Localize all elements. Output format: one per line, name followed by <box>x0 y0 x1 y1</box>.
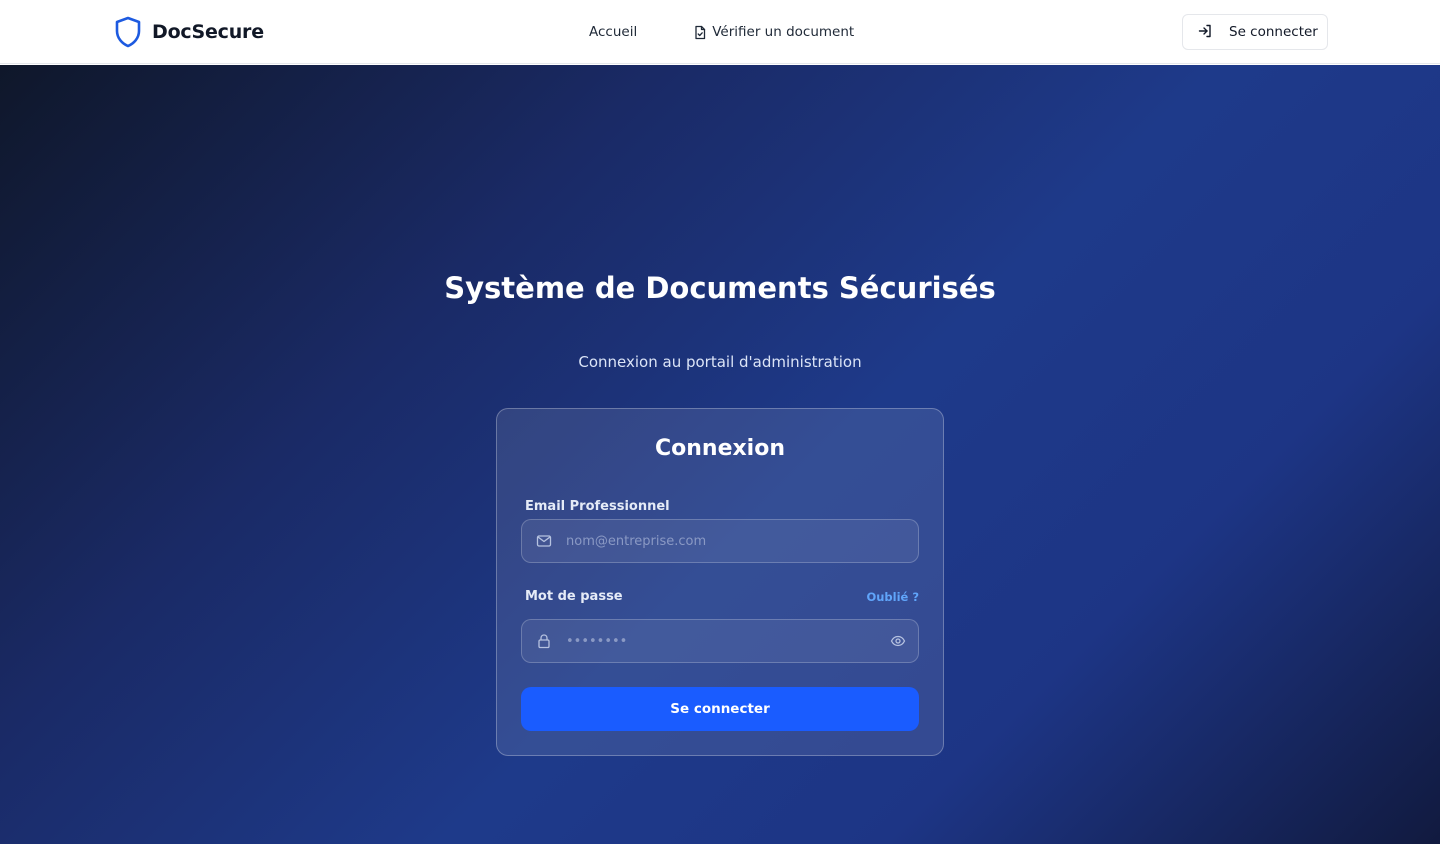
page-title: Système de Documents Sécurisés <box>444 271 996 305</box>
top-navbar: DocSecure Accueil Vérifier un document S… <box>0 0 1440 64</box>
login-card: Connexion Email Professionnel Mot de pas… <box>496 408 944 756</box>
password-field <box>521 619 919 663</box>
hero-section: Système de Documents Sécurisés Connexion… <box>0 65 1440 844</box>
nav-link-verify-label: Vérifier un document <box>712 24 855 40</box>
email-input[interactable] <box>566 520 876 562</box>
shield-icon <box>114 16 142 48</box>
page-subtitle: Connexion au portail d'administration <box>578 353 862 371</box>
login-card-title: Connexion <box>654 436 785 461</box>
login-submit-button[interactable]: Se connecter <box>521 687 919 731</box>
header-login-label: Se connecter <box>1229 24 1318 40</box>
mail-icon <box>536 533 552 549</box>
lock-icon <box>536 633 552 649</box>
file-check-icon <box>693 25 707 40</box>
nav-link-verify-document[interactable]: Vérifier un document <box>693 24 854 40</box>
eye-icon[interactable] <box>890 633 906 649</box>
email-label: Email Professionnel <box>525 499 670 514</box>
password-input[interactable] <box>566 620 876 662</box>
forgot-password-link[interactable]: Oublié ? <box>866 590 919 604</box>
log-in-icon <box>1197 23 1213 42</box>
brand-logo[interactable]: DocSecure <box>114 16 264 48</box>
password-label: Mot de passe <box>525 589 623 604</box>
header-login-button[interactable]: Se connecter <box>1182 14 1328 50</box>
brand-name: DocSecure <box>152 21 264 43</box>
nav-link-home[interactable]: Accueil <box>589 24 637 40</box>
main-nav: Accueil Vérifier un document <box>589 20 854 44</box>
email-field <box>521 519 919 563</box>
nav-link-home-label: Accueil <box>589 24 638 40</box>
